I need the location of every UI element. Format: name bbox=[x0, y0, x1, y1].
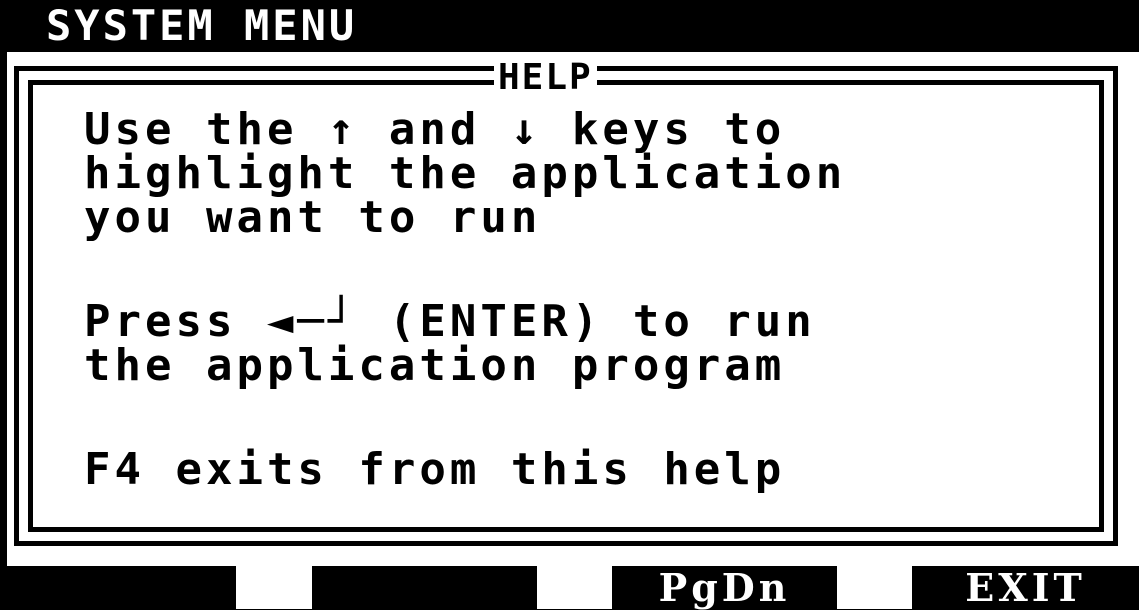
exit-key-button[interactable]: EXIT bbox=[912, 566, 1139, 609]
pgdn-key-button[interactable]: PgDn bbox=[612, 566, 837, 609]
function-key-bar: PgDn EXIT bbox=[0, 566, 1139, 609]
help-line-blank-2 bbox=[84, 388, 1084, 448]
function-key-1[interactable] bbox=[0, 566, 236, 609]
help-line-1: Use the ↑ and ↓ keys to bbox=[84, 104, 786, 155]
help-line-5: Press ◄─┘ (ENTER) to run bbox=[84, 296, 816, 347]
help-line-8: F4 exits from this help bbox=[84, 444, 786, 495]
help-window-title: HELP bbox=[494, 58, 597, 98]
system-menu-title: SYSTEM MENU bbox=[46, 1, 358, 50]
help-line-2: highlight the application bbox=[84, 148, 847, 199]
help-line-6: the application program bbox=[84, 340, 786, 391]
help-line-blank-1 bbox=[84, 240, 1084, 300]
help-line-3: you want to run bbox=[84, 192, 542, 243]
function-key-2[interactable] bbox=[312, 566, 537, 609]
title-bar: SYSTEM MENU bbox=[0, 0, 1139, 52]
screen: SYSTEM MENU HELP Use the ↑ and ↓ keys to… bbox=[0, 0, 1139, 609]
help-text: Use the ↑ and ↓ keys to highlight the ap… bbox=[84, 108, 1084, 492]
